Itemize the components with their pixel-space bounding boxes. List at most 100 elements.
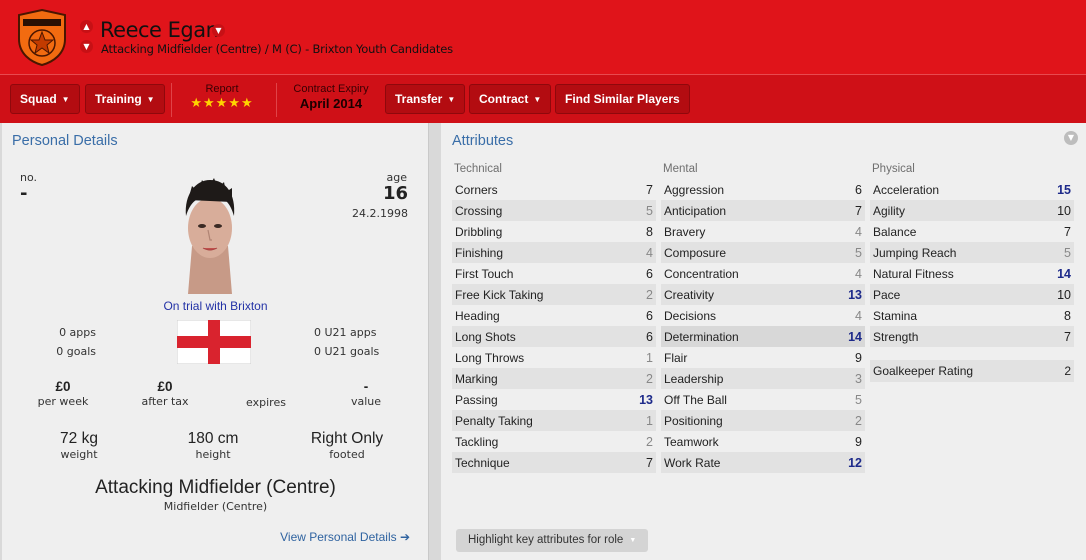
attribute-value: 4	[855, 224, 862, 239]
attribute-value: 7	[1064, 224, 1071, 239]
attribute-row[interactable]: Crossing 5	[452, 200, 656, 221]
attribute-row[interactable]: Acceleration 15	[870, 179, 1074, 200]
attribute-row[interactable]: Creativity 13	[661, 284, 865, 305]
attribute-value: 14	[848, 329, 862, 344]
next-player-button[interactable]: ▼	[80, 40, 93, 53]
attribute-row[interactable]: Passing 13	[452, 389, 656, 410]
previous-player-button[interactable]: ▲	[80, 20, 93, 33]
attribute-row[interactable]: Decisions 4	[661, 305, 865, 326]
attribute-row[interactable]: Flair 9	[661, 347, 865, 368]
attribute-name: Marking	[455, 371, 498, 386]
attribute-value: 10	[1057, 287, 1071, 302]
physical-heading: Physical	[872, 163, 915, 175]
wage-value: £0	[55, 379, 71, 394]
attribute-row[interactable]: Balance 7	[870, 221, 1074, 242]
scout-report[interactable]: Report ★★★★★	[177, 83, 267, 111]
attribute-row[interactable]: Jumping Reach 5	[870, 242, 1074, 263]
attribute-name: Crossing	[455, 203, 503, 218]
attribute-row[interactable]: Determination 14	[661, 326, 865, 347]
attribute-row[interactable]: Free Kick Taking 2	[452, 284, 656, 305]
attribute-row[interactable]: Corners 7	[452, 179, 656, 200]
attribute-row[interactable]: Stamina 8	[870, 305, 1074, 326]
attribute-value: 6	[646, 266, 653, 281]
attribute-row[interactable]: Agility 10	[870, 200, 1074, 221]
attribute-row[interactable]: Technique 7	[452, 452, 656, 473]
contract-button[interactable]: Contract ▼	[469, 84, 552, 114]
attribute-row[interactable]: Penalty Taking 1	[452, 410, 656, 431]
attribute-value: 7	[646, 182, 653, 197]
attribute-value: 5	[1064, 245, 1071, 260]
chevron-down-icon: ▼	[629, 537, 637, 544]
highlight-key-attributes-button[interactable]: Highlight key attributes for role ▼	[456, 529, 649, 552]
attribute-name: Stamina	[873, 308, 918, 323]
attribute-value: 7	[1064, 329, 1071, 344]
technical-column: Technical Corners 7 Crossing 5 Dribbling 8 Fin…	[452, 163, 656, 473]
attribute-value: 9	[855, 434, 862, 449]
attribute-name: Leadership	[664, 371, 724, 386]
report-stars-icon: ★★★★★	[190, 96, 254, 111]
player-value: - value	[321, 379, 411, 408]
attribute-row[interactable]: Tackling 2	[452, 431, 656, 452]
attribute-row[interactable]: Anticipation 7	[661, 200, 865, 221]
contract-expiry-label: Contract Expiry	[293, 83, 369, 95]
attribute-name: Technique	[455, 455, 510, 470]
attribute-value: 8	[1064, 308, 1071, 323]
attribute-row[interactable]: Strength 7	[870, 326, 1074, 347]
attribute-row[interactable]: Finishing 4	[452, 242, 656, 263]
attribute-row[interactable]: Marking 2	[452, 368, 656, 389]
attribute-value: 4	[855, 308, 862, 323]
attribute-value: 7	[646, 455, 653, 470]
attribute-value: 5	[646, 203, 653, 218]
attribute-name: Agility	[873, 203, 906, 218]
attribute-row[interactable]: Dribbling 8	[452, 221, 656, 242]
attribute-row[interactable]: Composure 5	[661, 242, 865, 263]
personal-details-panel: Personal Details no. - age 16 24.2.1998 …	[2, 123, 429, 560]
foot-label: footed	[329, 448, 365, 461]
attribute-name: Aggression	[664, 182, 725, 197]
attribute-row[interactable]: Bravery 4	[661, 221, 865, 242]
attribute-row[interactable]: Long Shots 6	[452, 326, 656, 347]
expires-value	[221, 379, 311, 395]
training-button[interactable]: Training ▼	[85, 84, 165, 114]
attribute-name: Jumping Reach	[873, 245, 957, 260]
goalkeeper-rating-label: Goalkeeper Rating	[873, 364, 974, 378]
england-flag-icon[interactable]	[177, 320, 251, 364]
attribute-name: Strength	[873, 329, 919, 344]
trial-status-link[interactable]: On trial with Brixton	[2, 299, 429, 313]
u21-goals-stat: 0 U21 goals	[314, 345, 380, 358]
attribute-row[interactable]: Off The Ball 5	[661, 389, 865, 410]
attribute-name: Heading	[455, 308, 500, 323]
goals-stat: 0 goals	[56, 345, 96, 358]
attribute-row[interactable]: Pace 10	[870, 284, 1074, 305]
attribute-row[interactable]: Positioning 2	[661, 410, 865, 431]
attribute-row[interactable]: Leadership 3	[661, 368, 865, 389]
attribute-row[interactable]: Long Throws 1	[452, 347, 656, 368]
value-value: -	[363, 379, 369, 394]
attribute-row[interactable]: Heading 6	[452, 305, 656, 326]
view-personal-details-link[interactable]: View Personal Details ➔	[280, 530, 410, 544]
physical-list: Acceleration 15 Agility 10 Balance 7 Jumping R…	[870, 179, 1074, 347]
chevron-down-icon[interactable]: ▼	[1064, 131, 1078, 145]
attribute-name: Acceleration	[873, 182, 940, 197]
player-header: ▲ ▼ Reece Egan ▼ Attacking Midfielder (C…	[0, 0, 1086, 74]
attribute-row[interactable]: Work Rate 12	[661, 452, 865, 473]
attribute-row[interactable]: Concentration 4	[661, 263, 865, 284]
attribute-value: 1	[646, 350, 653, 365]
attribute-row[interactable]: Teamwork 9	[661, 431, 865, 452]
find-similar-players-button[interactable]: Find Similar Players	[555, 84, 690, 114]
height: 180 cm height	[158, 430, 268, 461]
foot-value: Right Only	[310, 430, 384, 447]
attribute-name: Concentration	[664, 266, 739, 281]
technical-heading: Technical	[454, 163, 502, 175]
attribute-value: 2	[855, 413, 862, 428]
squad-button[interactable]: Squad ▼	[10, 84, 80, 114]
transfer-button[interactable]: Transfer ▼	[385, 84, 466, 114]
attribute-name: Anticipation	[664, 203, 727, 218]
wage: £0 per week	[18, 379, 108, 408]
weight-label: weight	[60, 448, 98, 461]
attribute-row[interactable]: First Touch 6	[452, 263, 656, 284]
player-menu-button[interactable]: ▼	[212, 24, 225, 37]
attribute-row[interactable]: Aggression 6	[661, 179, 865, 200]
wage-label: per week	[37, 395, 89, 408]
attribute-row[interactable]: Natural Fitness 14	[870, 263, 1074, 284]
